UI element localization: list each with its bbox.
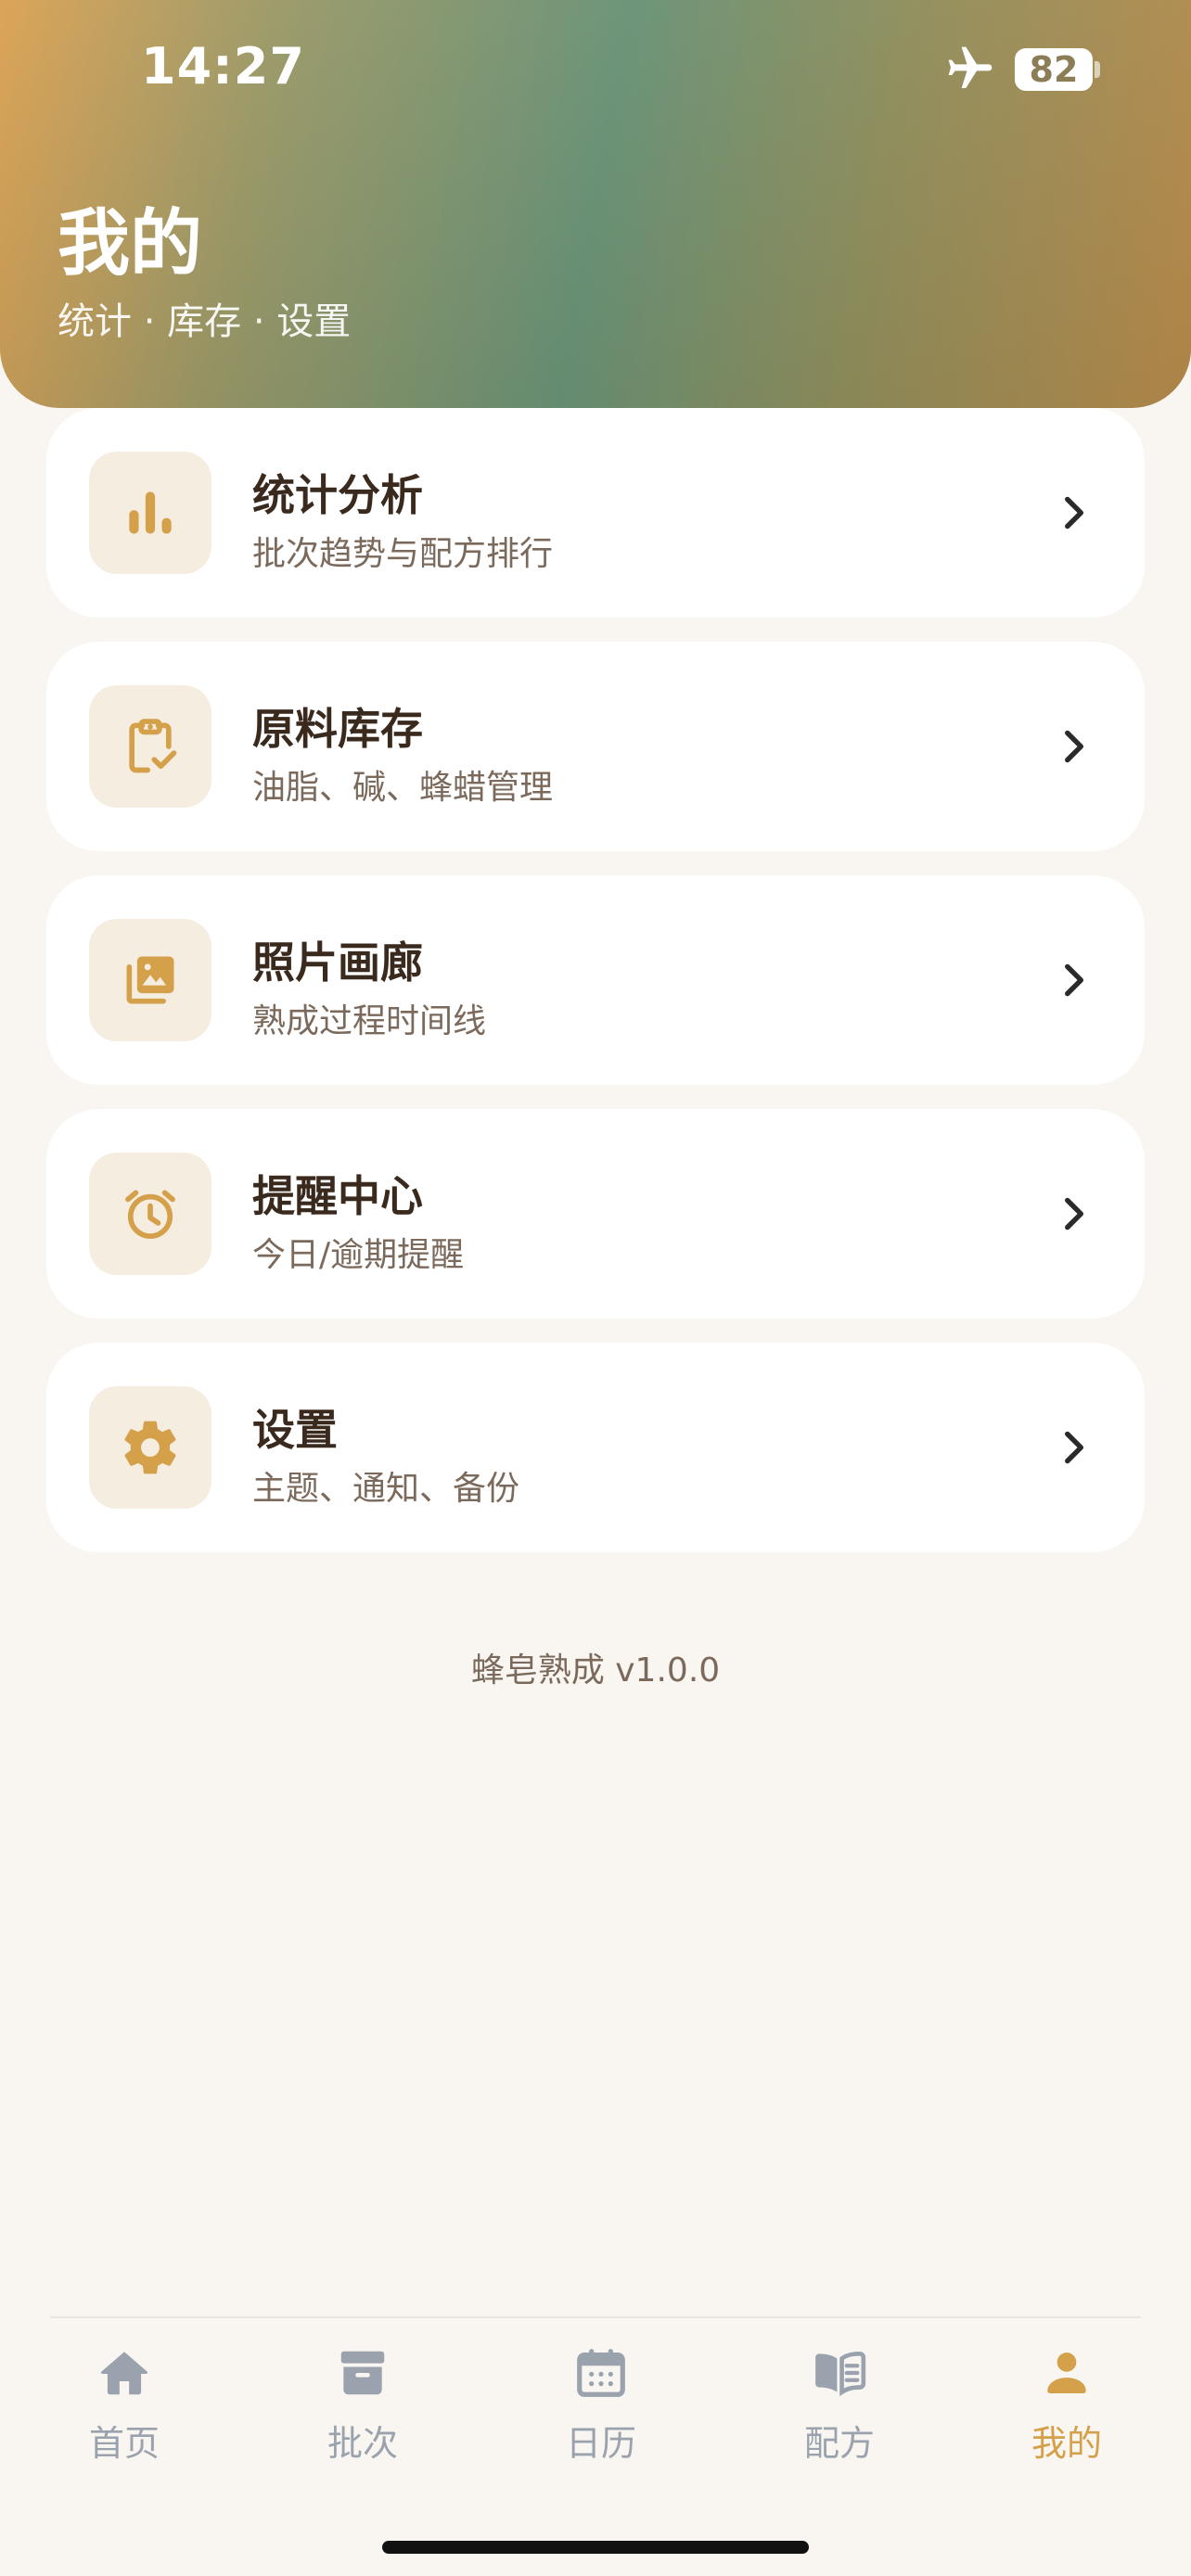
archive-box-icon bbox=[340, 2351, 385, 2395]
home-icon bbox=[100, 2352, 148, 2395]
menu-item-settings[interactable]: 设置 主题、通知、备份 bbox=[46, 1343, 1145, 1552]
status-bar: 14:27 82 bbox=[0, 0, 1191, 139]
app-version: 蜂皂熟成 v1.0.0 bbox=[470, 1651, 721, 1690]
tab-profile[interactable]: 我的 bbox=[992, 2344, 1141, 2474]
tab-bar: 首页 批次 日历 配方 我的 bbox=[50, 2316, 1141, 2504]
chevron-right-icon bbox=[1065, 496, 1084, 529]
menu-item-desc: 今日/逾期提醒 bbox=[252, 1236, 465, 1274]
tab-label: 首页 bbox=[88, 2423, 160, 2464]
menu-icon-container bbox=[89, 452, 211, 574]
person-icon bbox=[1047, 2353, 1086, 2393]
bar-chart-icon bbox=[129, 491, 172, 534]
header-banner: 14:27 82 我的 统计 · 库存 · 设置 bbox=[0, 0, 1191, 408]
clipboard-check-icon bbox=[129, 719, 177, 773]
battery-level: 82 bbox=[1029, 49, 1079, 90]
menu-item-title: 提醒中心 bbox=[252, 1171, 423, 1221]
home-indicator[interactable] bbox=[382, 2541, 809, 2554]
photo-gallery-icon bbox=[126, 956, 174, 1004]
menu-item-title: 原料库存 bbox=[252, 704, 423, 754]
menu-item-title: 统计分析 bbox=[252, 470, 423, 520]
menu-item-desc: 批次趋势与配方排行 bbox=[252, 535, 554, 573]
menu-item-gallery[interactable]: 照片画廊 熟成过程时间线 bbox=[46, 875, 1145, 1085]
chevron-right-icon bbox=[1065, 1197, 1084, 1231]
menu-item-statistics[interactable]: 统计分析 批次趋势与配方排行 bbox=[46, 408, 1145, 618]
status-time: 14:27 bbox=[141, 37, 305, 96]
gear-icon bbox=[124, 1421, 176, 1474]
menu-item-title: 照片画廊 bbox=[252, 937, 423, 988]
menu-item-reminders[interactable]: 提醒中心 今日/逾期提醒 bbox=[46, 1109, 1145, 1319]
calendar-icon bbox=[577, 2349, 625, 2397]
battery-cap bbox=[1095, 61, 1100, 78]
tab-label: 配方 bbox=[803, 2423, 875, 2464]
menu-icon-container bbox=[89, 1386, 211, 1509]
airplane-icon bbox=[948, 46, 992, 88]
chevron-right-icon bbox=[1065, 1431, 1084, 1464]
tab-recipes[interactable]: 配方 bbox=[765, 2344, 914, 2474]
tab-home[interactable]: 首页 bbox=[50, 2344, 198, 2474]
tab-calendar[interactable]: 日历 bbox=[527, 2344, 675, 2474]
menu-item-desc: 熟成过程时间线 bbox=[252, 1002, 487, 1040]
menu-icon-container bbox=[89, 685, 211, 808]
tab-batches[interactable]: 批次 bbox=[288, 2344, 437, 2474]
menu-item-title: 设置 bbox=[252, 1405, 338, 1455]
tab-label: 我的 bbox=[1031, 2423, 1102, 2464]
menu-item-desc: 油脂、碱、蜂蜡管理 bbox=[252, 769, 554, 807]
menu-icon-container bbox=[89, 919, 211, 1041]
page-subtitle: 统计 · 库存 · 设置 bbox=[58, 300, 352, 343]
tab-label: 批次 bbox=[327, 2423, 398, 2464]
menu-item-inventory[interactable]: 原料库存 油脂、碱、蜂蜡管理 bbox=[46, 642, 1145, 851]
battery-indicator: 82 bbox=[1015, 48, 1093, 91]
menu-icon-container bbox=[89, 1153, 211, 1275]
tab-label: 日历 bbox=[565, 2423, 636, 2464]
book-icon bbox=[815, 2352, 866, 2397]
chevron-right-icon bbox=[1065, 963, 1084, 997]
chevron-right-icon bbox=[1065, 730, 1084, 763]
menu-item-desc: 主题、通知、备份 bbox=[252, 1470, 520, 1508]
page-title: 我的 bbox=[58, 202, 203, 286]
alarm-clock-icon bbox=[125, 1190, 175, 1239]
